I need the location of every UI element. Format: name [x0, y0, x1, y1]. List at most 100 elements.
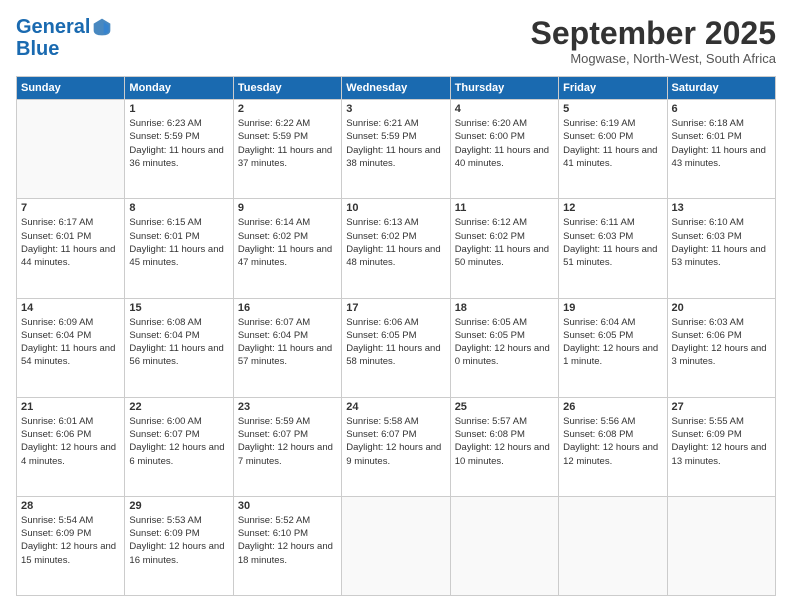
day-number: 13: [672, 202, 771, 214]
day-number: 22: [129, 401, 228, 413]
sunset-text: Sunset: 6:05 PM: [455, 329, 554, 342]
day-info: Sunrise: 6:12 AM Sunset: 6:02 PM Dayligh…: [455, 216, 554, 269]
sunset-text: Sunset: 6:03 PM: [563, 230, 662, 243]
calendar-week-row: 1 Sunrise: 6:23 AM Sunset: 5:59 PM Dayli…: [17, 100, 776, 199]
sunset-text: Sunset: 6:09 PM: [21, 527, 120, 540]
table-row: 10 Sunrise: 6:13 AM Sunset: 6:02 PM Dayl…: [342, 199, 450, 298]
day-number: 20: [672, 302, 771, 314]
day-info: Sunrise: 6:07 AM Sunset: 6:04 PM Dayligh…: [238, 316, 337, 369]
table-row: [17, 100, 125, 199]
day-number: 1: [129, 103, 228, 115]
sunrise-text: Sunrise: 6:20 AM: [455, 117, 554, 130]
table-row: 9 Sunrise: 6:14 AM Sunset: 6:02 PM Dayli…: [233, 199, 341, 298]
sunrise-text: Sunrise: 6:11 AM: [563, 216, 662, 229]
day-info: Sunrise: 6:20 AM Sunset: 6:00 PM Dayligh…: [455, 117, 554, 170]
sunset-text: Sunset: 6:05 PM: [563, 329, 662, 342]
daylight-text: Daylight: 12 hours and 1 minute.: [563, 342, 662, 369]
day-number: 15: [129, 302, 228, 314]
sunrise-text: Sunrise: 5:54 AM: [21, 514, 120, 527]
daylight-text: Daylight: 12 hours and 18 minutes.: [238, 540, 337, 567]
header-saturday: Saturday: [667, 77, 775, 100]
day-info: Sunrise: 5:56 AM Sunset: 6:08 PM Dayligh…: [563, 415, 662, 468]
sunset-text: Sunset: 6:02 PM: [455, 230, 554, 243]
month-title: September 2025: [531, 16, 776, 51]
day-info: Sunrise: 6:17 AM Sunset: 6:01 PM Dayligh…: [21, 216, 120, 269]
sunrise-text: Sunrise: 6:15 AM: [129, 216, 228, 229]
table-row: 20 Sunrise: 6:03 AM Sunset: 6:06 PM Dayl…: [667, 298, 775, 397]
sunset-text: Sunset: 6:02 PM: [346, 230, 445, 243]
location: Mogwase, North-West, South Africa: [531, 51, 776, 66]
sunrise-text: Sunrise: 6:13 AM: [346, 216, 445, 229]
table-row: 6 Sunrise: 6:18 AM Sunset: 6:01 PM Dayli…: [667, 100, 775, 199]
sunrise-text: Sunrise: 6:14 AM: [238, 216, 337, 229]
calendar-week-row: 14 Sunrise: 6:09 AM Sunset: 6:04 PM Dayl…: [17, 298, 776, 397]
daylight-text: Daylight: 12 hours and 6 minutes.: [129, 441, 228, 468]
day-number: 30: [238, 500, 337, 512]
calendar-header-row: Sunday Monday Tuesday Wednesday Thursday…: [17, 77, 776, 100]
table-row: 11 Sunrise: 6:12 AM Sunset: 6:02 PM Dayl…: [450, 199, 558, 298]
day-info: Sunrise: 6:18 AM Sunset: 6:01 PM Dayligh…: [672, 117, 771, 170]
table-row: [559, 496, 667, 595]
daylight-text: Daylight: 11 hours and 37 minutes.: [238, 144, 337, 171]
sunset-text: Sunset: 6:09 PM: [672, 428, 771, 441]
sunrise-text: Sunrise: 6:12 AM: [455, 216, 554, 229]
day-info: Sunrise: 6:15 AM Sunset: 6:01 PM Dayligh…: [129, 216, 228, 269]
table-row: 2 Sunrise: 6:22 AM Sunset: 5:59 PM Dayli…: [233, 100, 341, 199]
day-number: 17: [346, 302, 445, 314]
day-info: Sunrise: 6:10 AM Sunset: 6:03 PM Dayligh…: [672, 216, 771, 269]
header-tuesday: Tuesday: [233, 77, 341, 100]
sunrise-text: Sunrise: 6:21 AM: [346, 117, 445, 130]
sunset-text: Sunset: 6:04 PM: [129, 329, 228, 342]
day-info: Sunrise: 6:09 AM Sunset: 6:04 PM Dayligh…: [21, 316, 120, 369]
sunset-text: Sunset: 6:06 PM: [21, 428, 120, 441]
daylight-text: Daylight: 11 hours and 38 minutes.: [346, 144, 445, 171]
table-row: 4 Sunrise: 6:20 AM Sunset: 6:00 PM Dayli…: [450, 100, 558, 199]
sunset-text: Sunset: 6:04 PM: [21, 329, 120, 342]
daylight-text: Daylight: 12 hours and 9 minutes.: [346, 441, 445, 468]
header: General Blue September 2025 Mogwase, Nor…: [16, 16, 776, 66]
sunrise-text: Sunrise: 6:22 AM: [238, 117, 337, 130]
sunset-text: Sunset: 6:07 PM: [346, 428, 445, 441]
day-info: Sunrise: 6:05 AM Sunset: 6:05 PM Dayligh…: [455, 316, 554, 369]
day-number: 27: [672, 401, 771, 413]
sunrise-text: Sunrise: 6:03 AM: [672, 316, 771, 329]
sunset-text: Sunset: 6:00 PM: [455, 130, 554, 143]
daylight-text: Daylight: 12 hours and 13 minutes.: [672, 441, 771, 468]
daylight-text: Daylight: 11 hours and 48 minutes.: [346, 243, 445, 270]
sunset-text: Sunset: 6:07 PM: [238, 428, 337, 441]
day-number: 14: [21, 302, 120, 314]
day-number: 9: [238, 202, 337, 214]
table-row: 25 Sunrise: 5:57 AM Sunset: 6:08 PM Dayl…: [450, 397, 558, 496]
sunset-text: Sunset: 6:00 PM: [563, 130, 662, 143]
sunset-text: Sunset: 6:07 PM: [129, 428, 228, 441]
sunset-text: Sunset: 6:08 PM: [563, 428, 662, 441]
sunset-text: Sunset: 6:10 PM: [238, 527, 337, 540]
sunrise-text: Sunrise: 5:52 AM: [238, 514, 337, 527]
day-number: 6: [672, 103, 771, 115]
table-row: 27 Sunrise: 5:55 AM Sunset: 6:09 PM Dayl…: [667, 397, 775, 496]
day-info: Sunrise: 6:08 AM Sunset: 6:04 PM Dayligh…: [129, 316, 228, 369]
sunset-text: Sunset: 6:05 PM: [346, 329, 445, 342]
day-info: Sunrise: 6:06 AM Sunset: 6:05 PM Dayligh…: [346, 316, 445, 369]
day-number: 7: [21, 202, 120, 214]
sunset-text: Sunset: 6:08 PM: [455, 428, 554, 441]
table-row: 8 Sunrise: 6:15 AM Sunset: 6:01 PM Dayli…: [125, 199, 233, 298]
day-number: 10: [346, 202, 445, 214]
day-number: 28: [21, 500, 120, 512]
daylight-text: Daylight: 11 hours and 40 minutes.: [455, 144, 554, 171]
table-row: [667, 496, 775, 595]
day-info: Sunrise: 6:21 AM Sunset: 5:59 PM Dayligh…: [346, 117, 445, 170]
daylight-text: Daylight: 12 hours and 4 minutes.: [21, 441, 120, 468]
table-row: 14 Sunrise: 6:09 AM Sunset: 6:04 PM Dayl…: [17, 298, 125, 397]
day-number: 18: [455, 302, 554, 314]
sunrise-text: Sunrise: 5:59 AM: [238, 415, 337, 428]
day-number: 5: [563, 103, 662, 115]
table-row: 24 Sunrise: 5:58 AM Sunset: 6:07 PM Dayl…: [342, 397, 450, 496]
table-row: 30 Sunrise: 5:52 AM Sunset: 6:10 PM Dayl…: [233, 496, 341, 595]
title-block: September 2025 Mogwase, North-West, Sout…: [531, 16, 776, 66]
day-number: 11: [455, 202, 554, 214]
sunrise-text: Sunrise: 6:09 AM: [21, 316, 120, 329]
table-row: 1 Sunrise: 6:23 AM Sunset: 5:59 PM Dayli…: [125, 100, 233, 199]
day-info: Sunrise: 6:04 AM Sunset: 6:05 PM Dayligh…: [563, 316, 662, 369]
day-info: Sunrise: 6:19 AM Sunset: 6:00 PM Dayligh…: [563, 117, 662, 170]
